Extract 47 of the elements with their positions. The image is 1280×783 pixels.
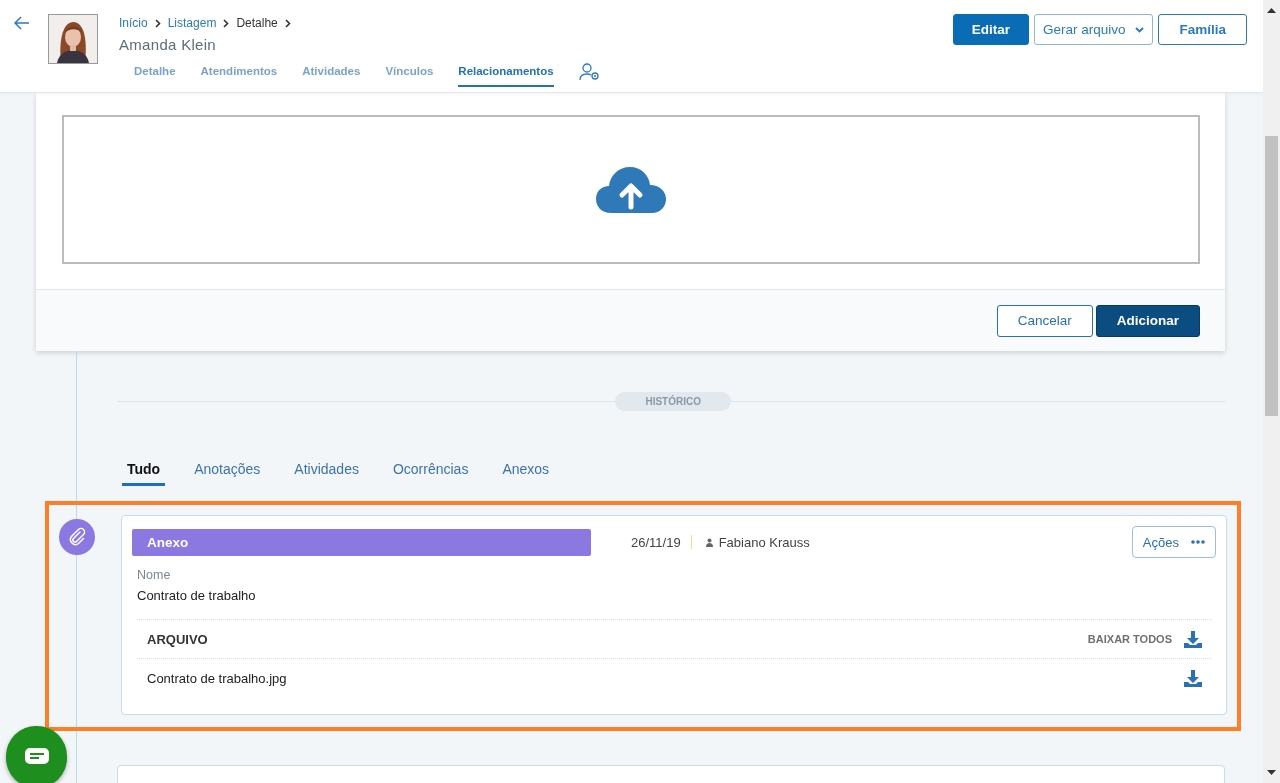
file-name: Contrato de trabalho.jpg xyxy=(147,670,287,686)
section-label: HISTÓRICO xyxy=(615,392,731,411)
tab[interactable]: Ocorrências xyxy=(387,461,474,486)
action-button[interactable]: Adicionar xyxy=(1095,304,1200,337)
entry-author: Fabiano Krauss xyxy=(718,534,810,550)
tab[interactable]: Vínculos xyxy=(385,65,434,87)
tab[interactable]: Atividades xyxy=(302,65,361,87)
tab[interactable]: Detalhe xyxy=(134,65,176,87)
download-all-link[interactable]: BAIXAR TODOS xyxy=(1087,633,1172,645)
field-label: Nome xyxy=(137,568,172,582)
more-icon xyxy=(1191,540,1205,544)
paperclip-icon xyxy=(59,519,95,555)
tab[interactable]: Anexos xyxy=(497,461,555,486)
chat-button[interactable] xyxy=(6,726,67,783)
scroll-down-icon[interactable] xyxy=(1267,770,1276,775)
chevron-icon xyxy=(284,18,291,28)
action-button[interactable]: Editar xyxy=(952,14,1029,45)
entry-date: 26/11/19 xyxy=(631,534,681,550)
cloud-upload-icon xyxy=(595,164,667,215)
tab[interactable]: Anotações xyxy=(189,461,266,486)
scroll-thumb[interactable] xyxy=(1265,136,1278,416)
breadcrumb-current: Detalhe xyxy=(236,16,278,30)
tab[interactable]: Tudo xyxy=(122,461,166,486)
person-name: Amanda Klein xyxy=(119,36,217,53)
actions-button[interactable]: Ações xyxy=(1131,526,1216,558)
scrollbar[interactable] xyxy=(1263,0,1280,783)
back-arrow-icon[interactable] xyxy=(14,16,30,30)
tab[interactable]: Atividades xyxy=(289,461,364,486)
scroll-up-icon[interactable] xyxy=(1267,8,1276,13)
field-value: Contrato de trabalho xyxy=(137,588,257,603)
type-banner: Anexo xyxy=(132,528,591,556)
chevron-icon xyxy=(223,18,230,28)
action-button[interactable]: Cancelar xyxy=(996,304,1093,337)
tab[interactable]: Relacionamentos xyxy=(458,65,554,87)
breadcrumb-link[interactable]: Listagem xyxy=(167,16,217,30)
action-button[interactable]: Família xyxy=(1158,14,1247,45)
download-icon[interactable] xyxy=(1184,669,1202,687)
tab[interactable]: Atendimentos xyxy=(200,65,278,87)
breadcrumb-link[interactable]: Início xyxy=(119,16,148,30)
caret-icon xyxy=(1135,26,1145,33)
user-icon xyxy=(705,537,713,547)
column-heading: ARQUIVO xyxy=(147,631,208,647)
chevron-icon xyxy=(154,18,161,28)
download-icon[interactable] xyxy=(1184,630,1202,648)
chat-icon xyxy=(23,747,50,767)
dropdown-button[interactable]: Gerar arquivo xyxy=(1033,14,1154,45)
user-settings-icon[interactable] xyxy=(578,63,601,81)
